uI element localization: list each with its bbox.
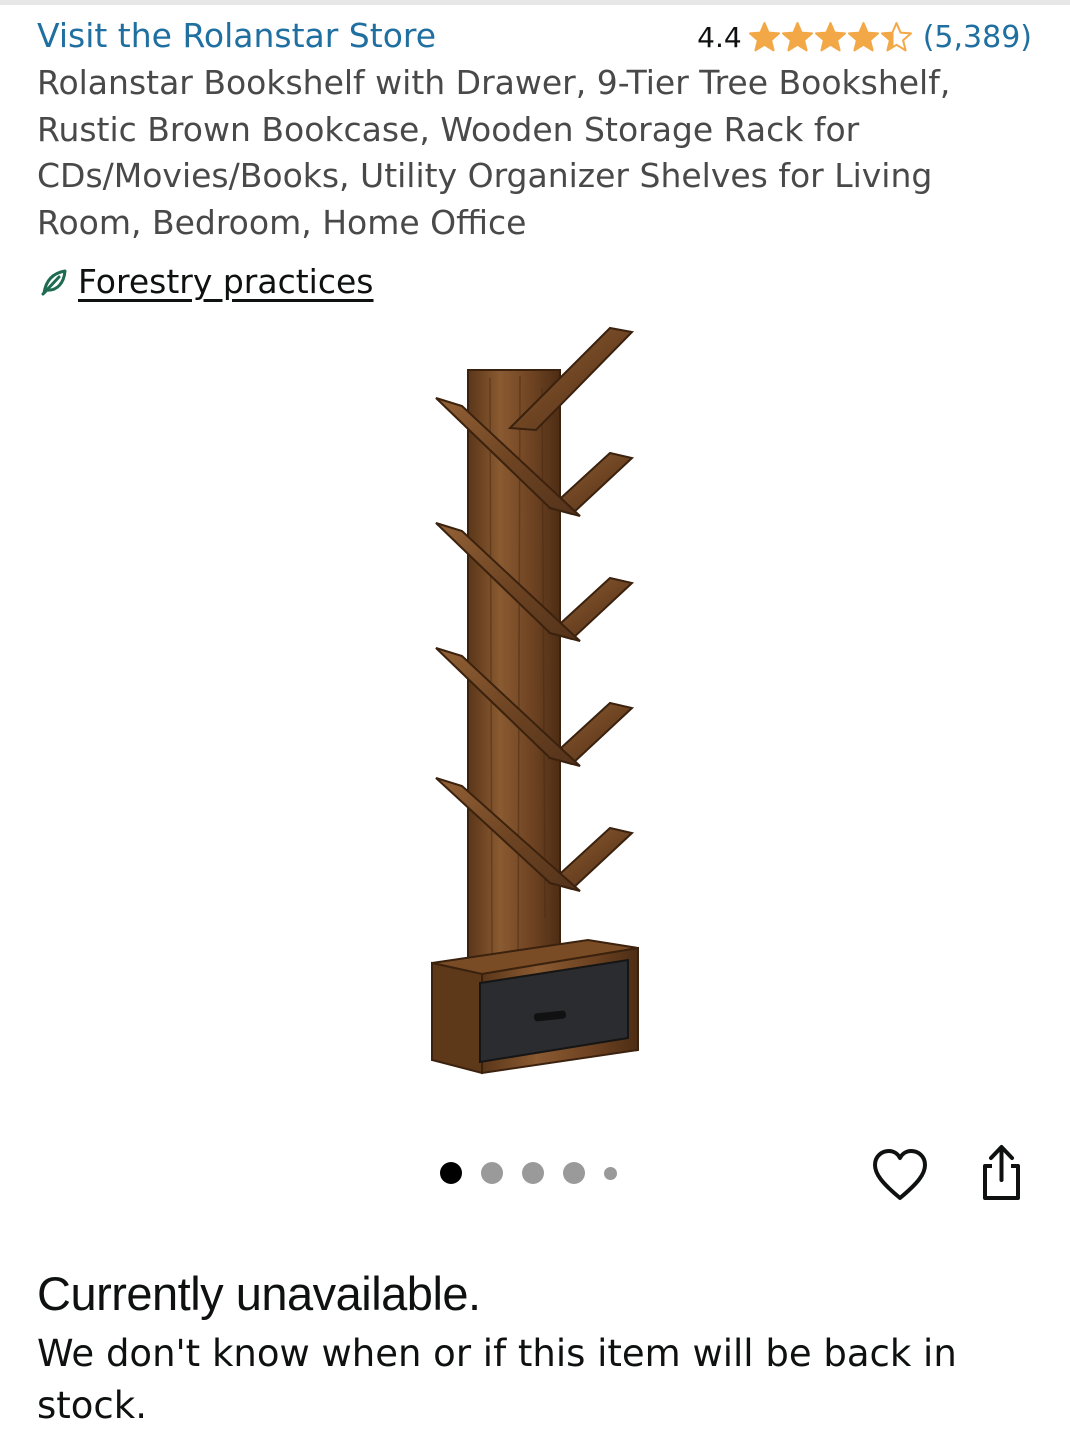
visit-store-link[interactable]: Visit the Rolanstar Store [37, 16, 436, 55]
star-icon [748, 21, 780, 51]
top-divider [0, 0, 1070, 5]
star-rating [748, 21, 913, 54]
rating-summary[interactable]: 4.4 (5,389) [697, 16, 1032, 58]
carousel-dot[interactable] [522, 1162, 544, 1184]
product-title: Rolanstar Bookshelf with Drawer, 9-Tier … [37, 63, 951, 242]
bookshelf-drawer-base [431, 938, 639, 1075]
image-carousel-indicator[interactable] [440, 1162, 617, 1184]
star-icon [880, 21, 912, 51]
star-icon [814, 21, 846, 51]
availability-heading: Currently unavailable. [37, 1267, 481, 1320]
carousel-dot[interactable] [440, 1162, 462, 1184]
carousel-dot[interactable] [481, 1162, 503, 1184]
product-image[interactable] [400, 318, 670, 1088]
star-icon [847, 21, 879, 51]
star-icon [781, 21, 813, 51]
rating-value: 4.4 [697, 20, 742, 54]
leaf-icon [41, 269, 67, 295]
share-icon[interactable] [970, 1142, 1032, 1204]
availability-message: We don't know when or if this item will … [37, 1332, 957, 1427]
heart-icon[interactable] [870, 1146, 930, 1206]
forestry-practices-link[interactable]: Forestry practices [78, 262, 374, 301]
review-count-link[interactable]: (5,389) [923, 20, 1032, 55]
carousel-dot[interactable] [563, 1162, 585, 1184]
forestry-practices-badge[interactable]: Forestry practices [40, 262, 374, 301]
carousel-dot[interactable] [604, 1166, 617, 1180]
